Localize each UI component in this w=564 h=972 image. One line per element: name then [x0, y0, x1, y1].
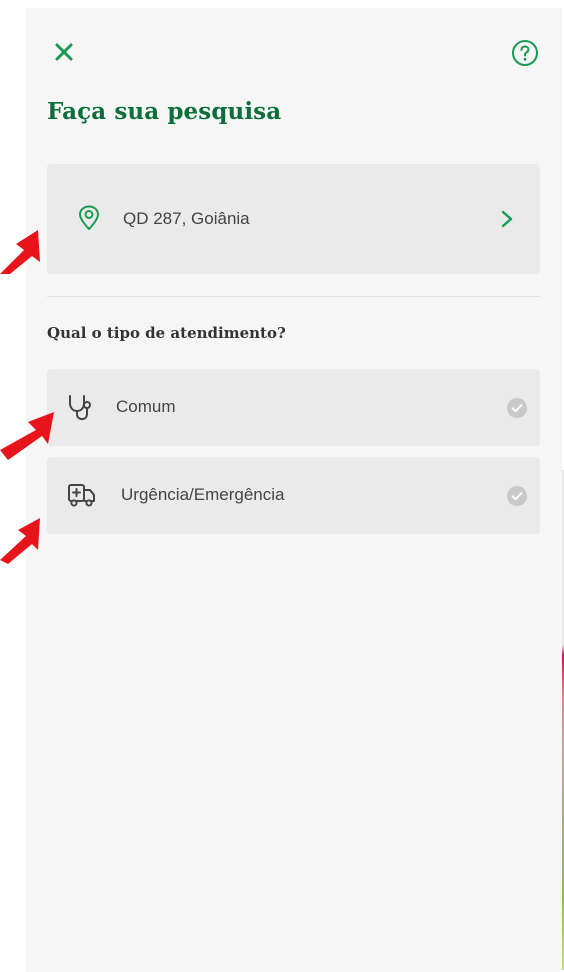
stethoscope-icon [69, 395, 91, 421]
annotation-arrow-icon [0, 230, 40, 274]
chevron-right-icon [501, 210, 513, 228]
close-icon [55, 43, 73, 61]
option-label: Comum [116, 397, 176, 416]
service-type-question: Qual o tipo de atendimento? [47, 324, 286, 342]
divider [47, 296, 540, 297]
check-circle-icon [507, 486, 527, 506]
annotation-arrow-icon [0, 518, 40, 564]
location-pin-icon [79, 205, 99, 230]
location-selector[interactable]: QD 287, Goiânia [47, 164, 540, 274]
option-label: Urgência/Emergência [121, 485, 285, 504]
help-button[interactable] [510, 38, 540, 68]
option-comum[interactable]: Comum [47, 369, 540, 446]
page-title: Faça sua pesquisa [47, 98, 282, 125]
option-urgencia-emergencia[interactable]: Urgência/Emergência [47, 457, 540, 534]
annotation-arrow-icon [0, 412, 54, 460]
check-circle-icon [507, 398, 527, 418]
help-icon [512, 40, 538, 66]
ambulance-icon [68, 484, 95, 507]
location-text: QD 287, Goiânia [123, 209, 250, 228]
close-button[interactable] [50, 38, 78, 66]
